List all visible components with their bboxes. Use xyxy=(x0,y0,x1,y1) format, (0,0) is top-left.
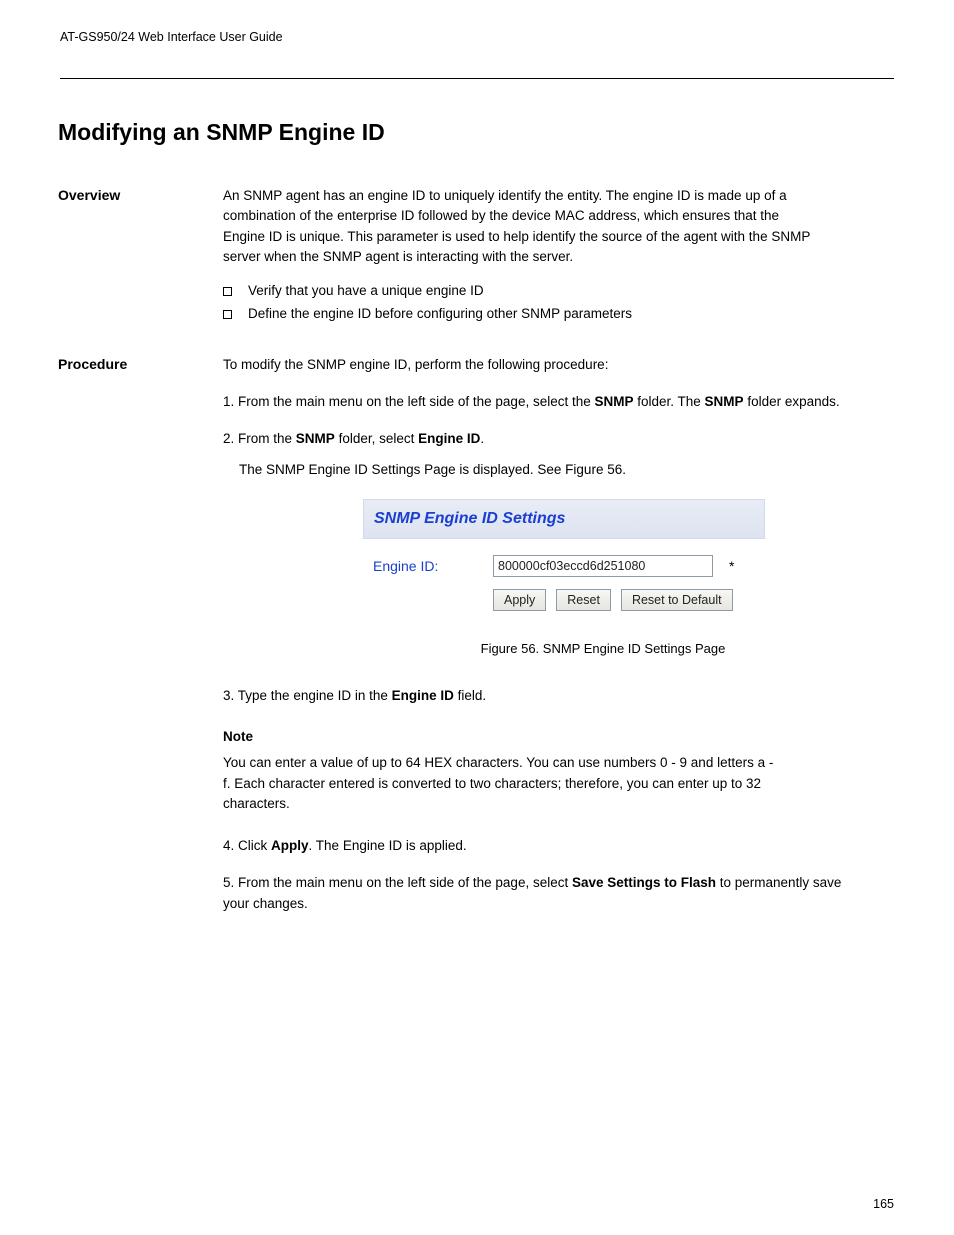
step-text: From the main menu on the left side of t… xyxy=(223,875,841,911)
step-text: From the main menu on the left side of t… xyxy=(238,394,840,409)
step-number: 1. xyxy=(223,394,234,409)
step-number: 3. xyxy=(223,688,234,703)
step-text: Click Apply. The Engine ID is applied. xyxy=(238,838,467,853)
step-row: 1. From the main menu on the left side o… xyxy=(223,392,843,413)
step-number: 5. xyxy=(223,875,234,890)
engine-id-input[interactable] xyxy=(493,555,713,577)
page-number: 165 xyxy=(873,1197,894,1211)
bullet-text: Define the engine ID before configuring … xyxy=(248,306,632,321)
overview-label: Overview xyxy=(58,186,223,343)
apply-button[interactable]: Apply xyxy=(493,589,546,611)
note-label: Note xyxy=(223,727,273,748)
bullet-icon xyxy=(223,287,232,296)
reset-default-button[interactable]: Reset to Default xyxy=(621,589,733,611)
required-asterisk: * xyxy=(729,556,734,578)
snmp-settings-panel: SNMP Engine ID Settings Engine ID: * App… xyxy=(363,499,765,624)
step-number: 2. xyxy=(223,431,234,446)
step-row: 5. From the main menu on the left side o… xyxy=(223,873,843,915)
reset-button[interactable]: Reset xyxy=(556,589,611,611)
engine-id-label: Engine ID: xyxy=(373,556,479,578)
step-row: 3. Type the engine ID in the Engine ID f… xyxy=(223,686,843,707)
page-title: Modifying an SNMP Engine ID xyxy=(58,119,894,146)
overview-text: An SNMP agent has an engine ID to unique… xyxy=(223,186,823,267)
step-number: 4. xyxy=(223,838,234,853)
overview-bullet: Define the engine ID before configuring … xyxy=(223,306,823,321)
panel-title: SNMP Engine ID Settings xyxy=(363,499,765,540)
step-row: 4. Click Apply. The Engine ID is applied… xyxy=(223,836,843,857)
note-text: You can enter a value of up to 64 HEX ch… xyxy=(223,753,783,814)
procedure-label: Procedure xyxy=(58,355,223,931)
figure-caption: Figure 56. SNMP Engine ID Settings Page xyxy=(363,639,843,659)
overview-bullet: Verify that you have a unique engine ID xyxy=(223,283,823,298)
procedure-intro: To modify the SNMP engine ID, perform th… xyxy=(223,355,843,376)
step-sub-text: The SNMP Engine ID Settings Page is disp… xyxy=(239,460,843,481)
bullet-icon xyxy=(223,310,232,319)
step-row: 2. From the SNMP folder, select Engine I… xyxy=(223,429,843,481)
doc-title: AT-GS950/24 Web Interface User Guide xyxy=(60,30,283,78)
bullet-text: Verify that you have a unique engine ID xyxy=(248,283,484,298)
step-text: From the SNMP folder, select Engine ID. xyxy=(238,431,484,446)
step-text: Type the engine ID in the Engine ID fiel… xyxy=(238,688,486,703)
